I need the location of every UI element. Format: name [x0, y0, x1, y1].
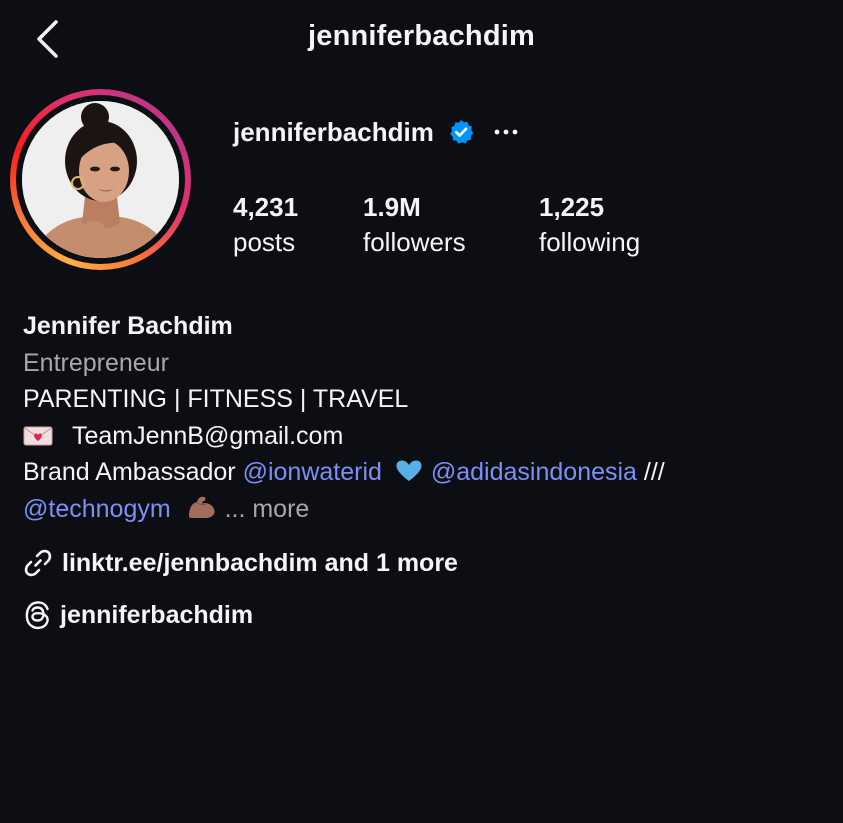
flexed-biceps-emoji	[188, 496, 215, 518]
more-options-icon	[494, 129, 518, 135]
bio-more-link[interactable]: ... more	[225, 495, 310, 523]
threads-username: jenniferbachdim	[60, 600, 254, 629]
top-bar: jenniferbachdim	[0, 0, 843, 80]
blue-heart-emoji	[396, 460, 422, 481]
bio-email-line: TeamJennB@gmail.com	[23, 418, 823, 455]
full-name: Jennifer Bachdim	[23, 312, 233, 340]
following-count: 1,225	[539, 192, 605, 222]
mention-ionwaterid[interactable]: @ionwaterid	[243, 458, 382, 486]
posts-count: 4,231	[233, 192, 299, 222]
avatar[interactable]	[22, 101, 179, 258]
ambassador-prefix: Brand Ambassador	[23, 458, 243, 486]
followers-stat[interactable]: 1.9M followers	[363, 190, 466, 260]
following-stat[interactable]: 1,225 following	[539, 190, 640, 260]
bio-ambassador-line: Brand Ambassador @ionwaterid @adidasindo…	[23, 454, 823, 491]
following-label: following	[539, 227, 641, 257]
threads-link[interactable]: jenniferbachdim	[23, 600, 253, 630]
avatar-image	[22, 101, 179, 258]
bio-email: TeamJennB@gmail.com	[71, 421, 344, 450]
bio-technogym-line: @technogym ... more	[23, 491, 823, 528]
external-link[interactable]: linktr.ee/jennbachdim and 1 more	[23, 548, 458, 578]
more-options-button[interactable]	[494, 120, 518, 144]
posts-label: posts	[233, 227, 296, 257]
external-link-text: linktr.ee/jennbachdim and 1 more	[62, 548, 458, 577]
followers-count: 1.9M	[363, 192, 421, 222]
verified-badge-icon	[450, 120, 474, 144]
profile-username: jenniferbachdim	[233, 116, 434, 147]
love-letter-emoji	[23, 426, 53, 445]
bio-section: Jennifer Bachdim Entrepreneur PARENTING …	[23, 308, 823, 527]
bio-line-1: PARENTING | FITNESS | TRAVEL	[23, 385, 409, 413]
link-icon	[24, 549, 52, 577]
mention-technogym[interactable]: @technogym	[23, 495, 171, 523]
page-title: jenniferbachdim	[308, 20, 535, 52]
bio-separator: ///	[636, 458, 665, 486]
mention-adidasindonesia[interactable]: @adidasindonesia	[431, 458, 637, 486]
username-row: jenniferbachdim	[233, 114, 518, 150]
category-label: Entrepreneur	[23, 348, 169, 377]
threads-icon	[25, 601, 49, 630]
followers-label: followers	[363, 227, 466, 257]
posts-stat: 4,231 posts	[233, 190, 298, 260]
